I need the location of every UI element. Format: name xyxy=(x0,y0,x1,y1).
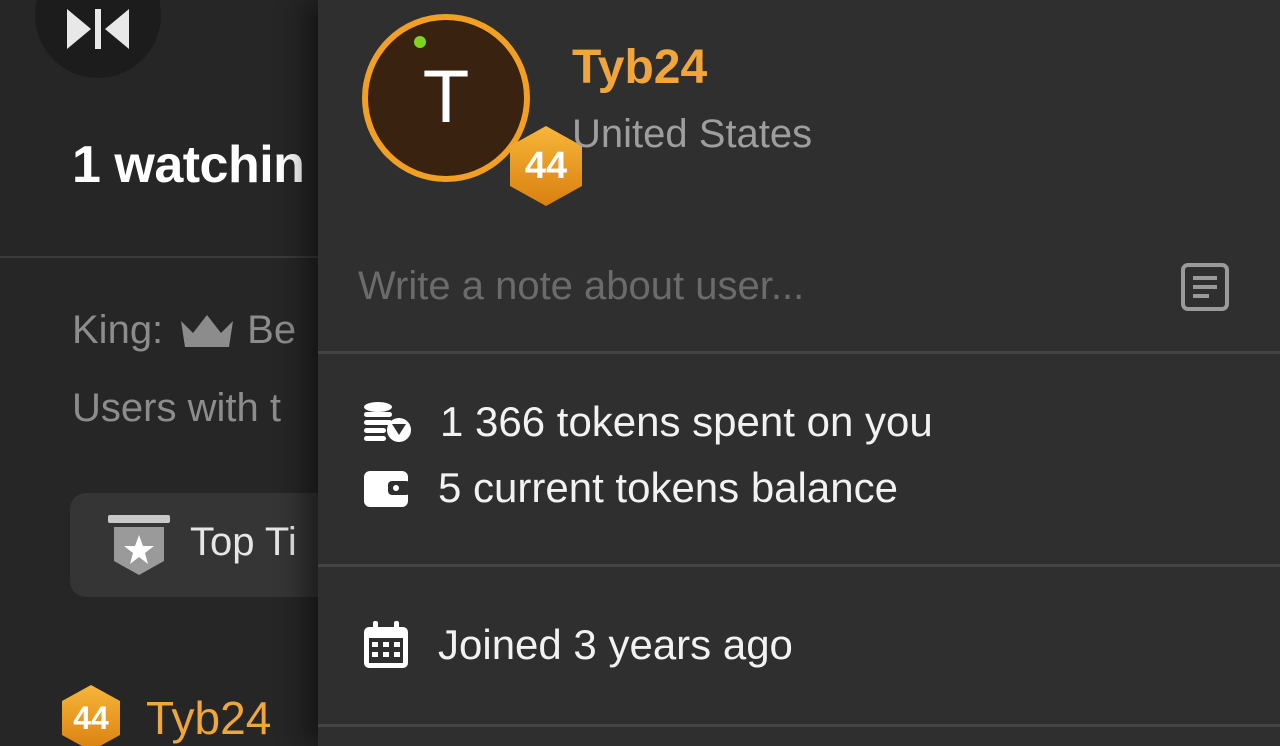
divider xyxy=(318,564,1280,567)
avatar-letter: T xyxy=(424,57,468,139)
profile-country: United States xyxy=(572,112,813,156)
bowtie-play-logo-icon xyxy=(67,9,129,49)
tokens-spent-row: 1 366 tokens spent on you xyxy=(362,398,933,446)
crown-icon xyxy=(181,314,234,347)
king-label: King: xyxy=(72,308,164,352)
wallet-icon xyxy=(364,471,410,507)
level-number: 44 xyxy=(73,699,109,736)
profile-username: Tyb24 xyxy=(572,41,708,94)
watching-count: 1 watchin xyxy=(72,136,305,194)
chat-username[interactable]: Tyb24 xyxy=(146,691,271,745)
online-status-dot xyxy=(414,36,426,48)
calendar-icon xyxy=(364,621,408,668)
joined-text: Joined 3 years ago xyxy=(438,621,793,668)
site-logo[interactable] xyxy=(35,0,161,78)
level-badge: 44 xyxy=(56,683,126,746)
tokens-balance-text: 5 current tokens balance xyxy=(438,464,898,511)
avatar-container[interactable]: T 44 xyxy=(362,14,582,206)
chat-sidebar: 1 watchin King: Be Users with t Top Ti 4… xyxy=(0,0,318,746)
joined-row: Joined 3 years ago xyxy=(362,620,793,670)
king-row: King: Be xyxy=(72,308,296,353)
king-name[interactable]: Be xyxy=(247,308,296,353)
divider xyxy=(318,351,1280,354)
chat-user-row[interactable]: 44 Tyb24 xyxy=(56,683,271,746)
users-with-tokens-text: Users with t xyxy=(72,386,281,430)
divider xyxy=(0,256,318,258)
tokens-balance-row: 5 current tokens balance xyxy=(362,464,898,512)
tokens-spent-text: 1 366 tokens spent on you xyxy=(440,398,933,445)
avatar: T xyxy=(362,14,530,182)
shield-star-icon xyxy=(108,515,170,575)
top-tippers-label: Top Ti xyxy=(190,520,297,564)
note-document-icon[interactable] xyxy=(1180,262,1230,312)
user-note-input[interactable] xyxy=(358,256,1158,316)
coins-icon xyxy=(364,402,411,442)
top-tippers-button[interactable]: Top Ti xyxy=(70,493,318,597)
divider xyxy=(318,724,1280,727)
user-profile-popup: T 44 Tyb24 United States Write a note ab… xyxy=(318,0,1280,746)
